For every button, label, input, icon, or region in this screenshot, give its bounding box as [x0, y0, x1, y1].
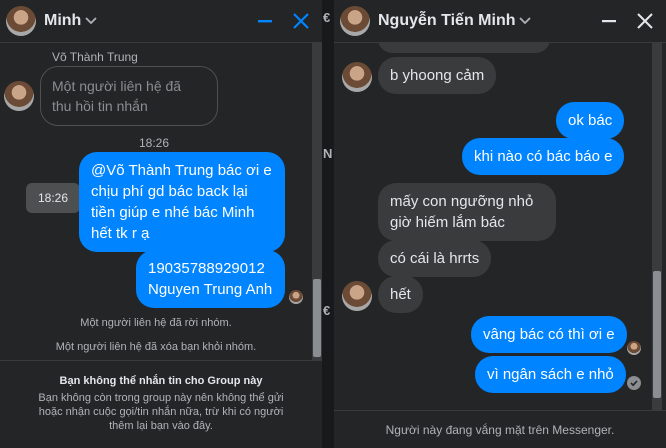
outgoing-message[interactable]: khi nào có bác báo e: [462, 138, 625, 175]
scrollbar-thumb[interactable]: [653, 271, 661, 398]
seen-avatar: [627, 341, 641, 355]
seen-avatar: [289, 290, 303, 304]
incoming-message[interactable]: hết: [378, 276, 423, 313]
reply-preview-bubble[interactable]: Một người liên hệ đã thu hồi tin nhắn: [40, 66, 218, 126]
outgoing-message[interactable]: vì ngân sách e nhỏ: [475, 356, 626, 393]
group-chat-window: Minh Võ Thành Trung Một người liên hệ đã…: [0, 0, 322, 448]
background-window-edge: € N €: [322, 0, 334, 448]
system-message: Một người liên hệ đã xóa bạn khỏi nhóm.: [55, 341, 257, 353]
scrollbar[interactable]: [652, 43, 662, 410]
chat-header: Minh: [0, 0, 322, 43]
outgoing-message[interactable]: @Võ Thành Trung bác ơi e chịu phí gd bác…: [79, 152, 285, 252]
avatar[interactable]: [6, 6, 36, 36]
chevron-down-icon[interactable]: [85, 17, 97, 25]
minimize-icon[interactable]: [254, 10, 276, 32]
outgoing-message[interactable]: 19035788929012 Nguyen Trung Anh: [136, 250, 285, 308]
outgoing-message[interactable]: vâng bác có thì ơi e: [471, 316, 627, 353]
blocked-description: Bạn không còn trong group này nên không …: [38, 392, 284, 432]
sender-name: Võ Thành Trung: [52, 50, 138, 64]
outgoing-message[interactable]: ok bác: [556, 102, 625, 139]
check-circle-icon: [627, 376, 641, 390]
incoming-message[interactable]: mấy con ngưỡng nhỏ giờ hiếm lắm bác: [378, 183, 556, 241]
chat-title[interactable]: Minh: [44, 12, 81, 30]
blocked-title: Bạn không thể nhắn tin cho Group này: [59, 375, 263, 387]
scrollbar-thumb[interactable]: [313, 279, 321, 357]
close-icon[interactable]: [290, 10, 312, 32]
direct-chat-window: Nguyễn Tiến Minh b yhoong cảm ok bác khi…: [334, 0, 666, 448]
message-timestamp: 18:26: [139, 136, 170, 150]
avatar[interactable]: [342, 62, 372, 92]
chevron-down-icon[interactable]: [519, 17, 532, 25]
incoming-message[interactable]: có cái là hrrts: [378, 240, 492, 277]
avatar[interactable]: [4, 81, 34, 111]
mention[interactable]: @Võ Thành Trung: [91, 162, 214, 179]
away-status: Người này đang vắng mặt trên Messenger.: [334, 410, 666, 448]
avatar[interactable]: [342, 281, 372, 311]
close-icon[interactable]: [634, 10, 656, 32]
blocked-notice: Bạn không thể nhắn tin cho Group này Bạn…: [0, 360, 322, 448]
scrollbar[interactable]: [312, 43, 322, 360]
chat-header: Nguyễn Tiến Minh: [334, 0, 666, 43]
chat-title[interactable]: Nguyễn Tiến Minh: [378, 12, 515, 30]
minimize-icon[interactable]: [598, 10, 620, 32]
system-message: Một người liên hệ đã rời nhóm.: [80, 317, 232, 329]
incoming-message[interactable]: b yhoong cảm: [378, 57, 497, 94]
avatar[interactable]: [340, 6, 370, 36]
hover-time-tooltip: 18:26: [26, 183, 81, 213]
